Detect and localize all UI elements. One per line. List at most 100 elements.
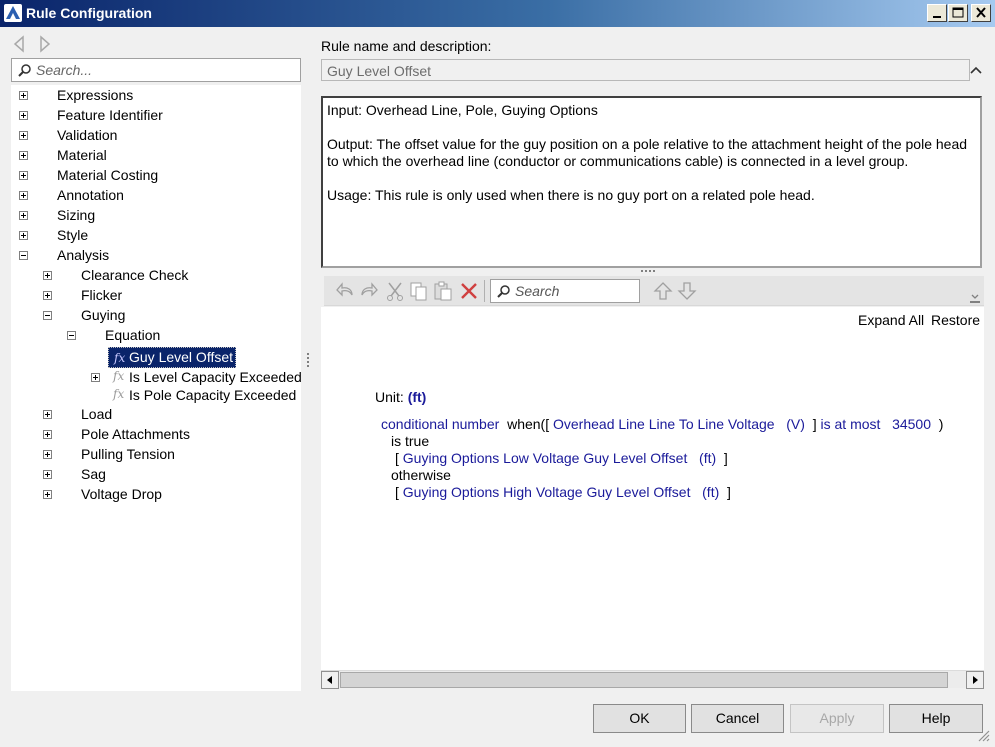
- minimize-button[interactable]: [927, 4, 947, 22]
- delete-icon[interactable]: [458, 280, 480, 302]
- tree-item-is-pole-capacity-exceeded[interactable]: fx Is Pole Capacity Exceeded: [11, 386, 301, 405]
- tree-item-label: Load: [81, 406, 113, 422]
- high-voltage-attribute[interactable]: Guying Options High Voltage Guy Level Of…: [403, 484, 691, 500]
- tree-item-clearance-check[interactable]: Clearance Check: [11, 266, 301, 285]
- expand-toggle-icon[interactable]: [19, 131, 28, 140]
- comparison-operator[interactable]: is at most: [821, 416, 881, 432]
- tree-item-annotation[interactable]: Annotation: [11, 186, 301, 205]
- app-logo-icon: [4, 4, 22, 22]
- high-voltage-unit[interactable]: (ft): [702, 484, 719, 500]
- when-keyword[interactable]: when([: [507, 416, 549, 432]
- back-arrow-icon[interactable]: [12, 35, 26, 53]
- tree-item-flicker[interactable]: Flicker: [11, 286, 301, 305]
- rule-name-field[interactable]: Guy Level Offset: [321, 59, 970, 81]
- forward-arrow-icon[interactable]: [38, 35, 52, 53]
- rule-description-box[interactable]: Input: Overhead Line, Pole, Guying Optio…: [321, 96, 982, 268]
- toolbar-overflow-icon[interactable]: [969, 290, 981, 304]
- tree-item-pole-attachments[interactable]: Pole Attachments: [11, 425, 301, 444]
- vertical-splitter[interactable]: [304, 27, 312, 697]
- expand-toggle-icon[interactable]: [19, 171, 28, 180]
- close-button[interactable]: [971, 4, 991, 22]
- tree-item-expressions[interactable]: Expressions: [11, 86, 301, 105]
- expand-toggle-icon[interactable]: [91, 373, 100, 382]
- ok-button[interactable]: OK: [593, 704, 686, 733]
- collapse-toggle-icon[interactable]: [19, 251, 28, 260]
- expand-toggle-icon[interactable]: [43, 271, 52, 280]
- expand-toggle-icon[interactable]: [19, 91, 28, 100]
- tree-item-material[interactable]: Material: [11, 146, 301, 165]
- collapse-toggle-icon[interactable]: [43, 311, 52, 320]
- title-bar[interactable]: Rule Configuration: [0, 0, 995, 27]
- apply-button[interactable]: Apply: [790, 704, 884, 733]
- scroll-right-icon[interactable]: [966, 671, 984, 689]
- expand-toggle-icon[interactable]: [43, 450, 52, 459]
- voltage-unit[interactable]: (V): [786, 416, 805, 432]
- expand-toggle-icon[interactable]: [19, 211, 28, 220]
- tree-item-material-costing[interactable]: Material Costing: [11, 166, 301, 185]
- tree-item-label: Material: [57, 147, 107, 163]
- horizontal-scrollbar[interactable]: [321, 670, 984, 689]
- copy-icon[interactable]: [408, 280, 430, 302]
- tree-item-label: Sizing: [57, 207, 96, 223]
- expand-toggle-icon[interactable]: [19, 151, 28, 160]
- move-up-arrow-icon[interactable]: [652, 280, 674, 302]
- otherwise-label[interactable]: otherwise: [391, 467, 451, 483]
- expand-toggle-icon[interactable]: [43, 430, 52, 439]
- tree-item-guy-level-offset[interactable]: fx Guy Level Offset: [11, 347, 301, 368]
- collapse-chevron-up-icon[interactable]: [967, 61, 985, 79]
- expression-editor[interactable]: Expand All Restore Unit: (ft) conditiona…: [321, 307, 984, 670]
- help-button[interactable]: Help: [889, 704, 983, 733]
- scrollbar-thumb[interactable]: [340, 672, 948, 688]
- is-true-label[interactable]: is true: [391, 433, 429, 449]
- expand-all-link[interactable]: Expand All: [858, 312, 924, 328]
- editor-search-box[interactable]: [490, 279, 640, 303]
- tree-item-sizing[interactable]: Sizing: [11, 206, 301, 225]
- tree-item-style[interactable]: Style: [11, 226, 301, 245]
- low-voltage-attribute[interactable]: Guying Options Low Voltage Guy Level Off…: [403, 450, 688, 466]
- cut-icon[interactable]: [384, 280, 406, 302]
- expand-toggle-icon[interactable]: [43, 410, 52, 419]
- paste-icon[interactable]: [432, 280, 454, 302]
- conditional-keyword[interactable]: conditional number: [381, 416, 499, 432]
- tree-search-input[interactable]: [36, 61, 286, 79]
- tree-item-voltage-drop[interactable]: Voltage Drop: [11, 485, 301, 504]
- voltage-attribute[interactable]: Overhead Line Line To Line Voltage: [553, 416, 775, 432]
- restore-link[interactable]: Restore: [931, 312, 980, 328]
- threshold-value[interactable]: 34500: [892, 416, 931, 432]
- tree-item-validation[interactable]: Validation: [11, 126, 301, 145]
- collapse-toggle-icon[interactable]: [67, 331, 76, 340]
- undo-icon[interactable]: [334, 280, 356, 302]
- expand-toggle-icon[interactable]: [43, 470, 52, 479]
- redo-icon[interactable]: [358, 280, 380, 302]
- tree-item-label: Material Costing: [57, 167, 159, 183]
- tree-item-is-level-capacity-exceeded[interactable]: fx Is Level Capacity Exceeded: [11, 368, 301, 387]
- expand-toggle-icon[interactable]: [19, 111, 28, 120]
- maximize-button[interactable]: [948, 4, 968, 22]
- description-input: Input: Overhead Line, Pole, Guying Optio…: [327, 102, 598, 118]
- expand-toggle-icon[interactable]: [43, 291, 52, 300]
- tree-item-pulling-tension[interactable]: Pulling Tension: [11, 445, 301, 464]
- tree-item-equation[interactable]: Equation: [11, 326, 301, 345]
- bracket-close: ]: [727, 484, 731, 500]
- tree-item-load[interactable]: Load: [11, 405, 301, 424]
- expand-toggle-icon[interactable]: [19, 231, 28, 240]
- tree-item-feature-identifier[interactable]: Feature Identifier: [11, 106, 301, 125]
- expand-toggle-icon[interactable]: [19, 191, 28, 200]
- tree-item-label: Analysis: [57, 247, 110, 263]
- horizontal-splitter[interactable]: [312, 268, 995, 275]
- resize-grip-icon[interactable]: [975, 727, 991, 743]
- cancel-button[interactable]: Cancel: [691, 704, 784, 733]
- tree-item-sag[interactable]: Sag: [11, 465, 301, 484]
- tree-item-guying[interactable]: Guying: [11, 306, 301, 325]
- tree-item-analysis[interactable]: Analysis: [11, 246, 301, 265]
- move-down-arrow-icon[interactable]: [676, 280, 698, 302]
- scroll-left-icon[interactable]: [321, 671, 339, 689]
- splitter-grip: [645, 270, 647, 272]
- tree-search-box[interactable]: [11, 58, 301, 82]
- toolbar-separator: [484, 280, 485, 302]
- expand-toggle-icon[interactable]: [43, 490, 52, 499]
- editor-search-input[interactable]: [515, 282, 633, 300]
- unit-value[interactable]: (ft): [408, 389, 427, 405]
- low-voltage-unit[interactable]: (ft): [699, 450, 716, 466]
- tree-item-label: Pole Attachments: [81, 426, 190, 442]
